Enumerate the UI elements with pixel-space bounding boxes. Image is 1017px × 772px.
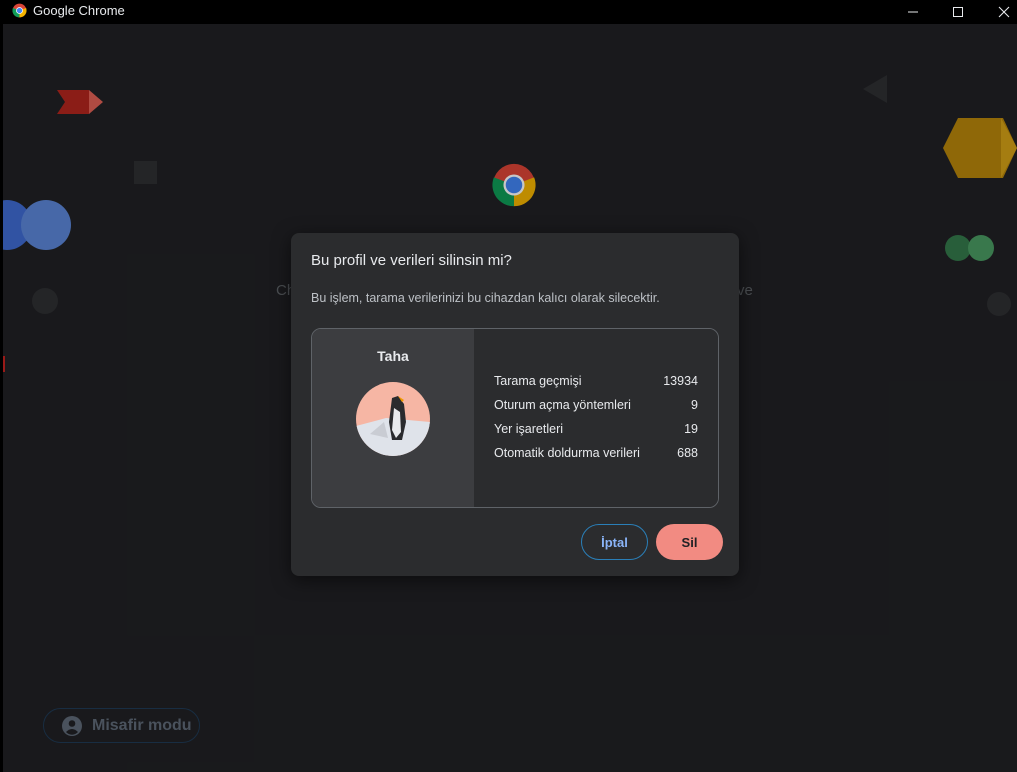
stat-label: Yer işaretleri — [494, 422, 564, 436]
maximize-button[interactable] — [935, 0, 981, 24]
dialog-title: Bu profil ve verileri silinsin mi? — [311, 252, 512, 269]
stat-label: Oturum açma yöntemleri — [494, 398, 631, 412]
stat-value: 9 — [691, 398, 698, 412]
profile-panel: Taha — [312, 329, 474, 507]
cancel-button[interactable]: İptal — [581, 524, 648, 560]
delete-profile-dialog: Bu profil ve verileri silinsin mi? Bu iş… — [291, 233, 739, 576]
stat-label: Tarama geçmişi — [494, 374, 582, 388]
penguin-avatar-icon — [356, 382, 430, 456]
stat-value: 19 — [684, 422, 698, 436]
title-bar: Google Chrome — [0, 0, 1017, 24]
stat-value: 13934 — [663, 374, 698, 388]
minimize-icon — [908, 11, 918, 13]
minimize-button[interactable] — [890, 0, 936, 24]
close-icon — [998, 6, 1010, 18]
chrome-logo-icon — [12, 3, 27, 18]
stat-row: Oturum açma yöntemleri 9 — [494, 398, 698, 418]
stat-row: Yer işaretleri 19 — [494, 422, 698, 442]
maximize-icon — [953, 7, 963, 17]
stat-row: Otomatik doldurma verileri 688 — [494, 446, 698, 466]
dialog-description: Bu işlem, tarama verilerinizi bu cihazda… — [311, 291, 660, 305]
profile-summary-card: Taha Tarama geçmişi 13934 Oturum açma yö… — [311, 328, 719, 508]
stat-label: Otomatik doldurma verileri — [494, 446, 640, 460]
profile-data-list: Tarama geçmişi 13934 Oturum açma yönteml… — [474, 329, 718, 507]
stat-value: 688 — [677, 446, 698, 460]
profile-name: Taha — [377, 348, 409, 364]
close-window-button[interactable] — [981, 0, 1017, 24]
delete-button[interactable]: Sil — [656, 524, 723, 560]
window-title: Google Chrome — [33, 3, 125, 18]
stat-row: Tarama geçmişi 13934 — [494, 374, 698, 394]
